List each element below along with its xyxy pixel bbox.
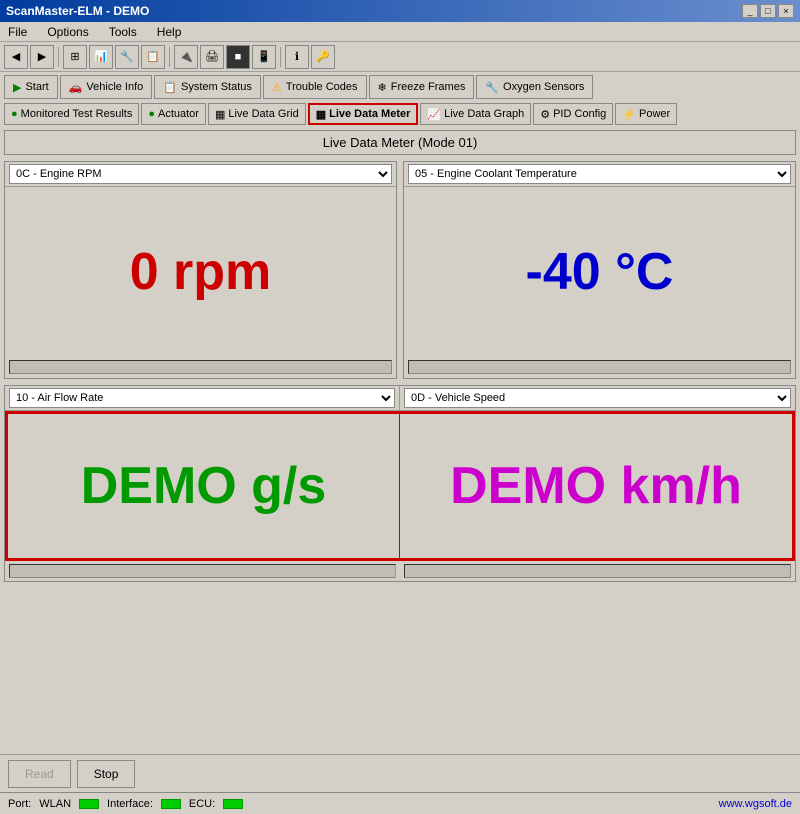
menu-options[interactable]: Options <box>43 25 92 39</box>
port-indicator <box>79 799 99 809</box>
nav-oxygen-sensors[interactable]: 🔧 Oxygen Sensors <box>476 75 593 99</box>
bottom-meters-header: 10 - Air Flow Rate 0D - Vehicle Speed <box>5 386 795 411</box>
app-window: ScanMaster-ELM - DEMO _ □ × File Options… <box>0 0 800 814</box>
demo-airflow-cell: DEMO g/s <box>8 414 400 558</box>
tab-pid-config[interactable]: ⚙ PID Config <box>533 103 613 125</box>
tab-live-data-meter[interactable]: ▦ Live Data Meter <box>308 103 419 125</box>
monitored-icon: ● <box>11 108 18 120</box>
meter-airflow-select[interactable]: 10 - Air Flow Rate <box>9 388 395 408</box>
toolbar-btn-4[interactable]: 📊 <box>89 45 113 69</box>
toolbar-btn-2[interactable]: ▶ <box>30 45 54 69</box>
pid-icon: ⚙ <box>540 108 550 121</box>
meter-icon: ▦ <box>316 108 326 121</box>
trouble-icon: ⚠ <box>272 81 282 94</box>
vehicle-icon: 🚗 <box>69 81 83 94</box>
menu-help[interactable]: Help <box>153 25 186 39</box>
meter-temp-dropdown: 05 - Engine Coolant Temperature <box>404 162 795 187</box>
meter-rpm-select[interactable]: 0C - Engine RPM <box>9 164 392 184</box>
minimize-button[interactable]: _ <box>742 4 758 18</box>
meter-speed-progress <box>404 564 791 578</box>
bottom-bar: Read Stop <box>0 754 800 792</box>
menu-tools[interactable]: Tools <box>105 25 141 39</box>
toolbar-btn-12[interactable]: 🔑 <box>311 45 335 69</box>
nav-freeze-frames[interactable]: ❄ Freeze Frames <box>369 75 475 99</box>
grid-icon: ▦ <box>215 108 225 121</box>
freeze-icon: ❄ <box>378 81 387 94</box>
meter-temp-value-area: -40 °C <box>404 187 795 357</box>
status-bar: Port: WLAN Interface: ECU: www.wgsoft.de <box>0 792 800 814</box>
toolbar: ◀ ▶ ⊞ 📊 🔧 📋 🔌 🖨 ■ 📱 ℹ 🔑 <box>0 42 800 72</box>
meter-temp-select[interactable]: 05 - Engine Coolant Temperature <box>408 164 791 184</box>
menu-bar: File Options Tools Help <box>0 22 800 42</box>
oxygen-icon: 🔧 <box>485 81 499 94</box>
ecu-indicator <box>223 799 243 809</box>
toolbar-btn-9[interactable]: ■ <box>226 45 250 69</box>
menu-file[interactable]: File <box>4 25 31 39</box>
meter-temp-value: -40 °C <box>526 242 674 302</box>
toolbar-btn-6[interactable]: 📋 <box>141 45 165 69</box>
maximize-button[interactable]: □ <box>760 4 776 18</box>
nav-row2: ● Monitored Test Results ● Actuator ▦ Li… <box>0 100 800 126</box>
graph-icon: 📈 <box>427 108 441 121</box>
title-bar: ScanMaster-ELM - DEMO _ □ × <box>0 0 800 22</box>
toolbar-sep-3 <box>280 47 281 67</box>
stop-button[interactable]: Stop <box>77 760 136 788</box>
window-controls: _ □ × <box>742 4 794 18</box>
ecu-label: ECU: <box>189 798 215 810</box>
top-meters: 0C - Engine RPM 0 rpm 05 - Engine Coolan… <box>4 161 796 379</box>
system-icon: 📋 <box>163 81 177 94</box>
meter-speed-dropdown: 0D - Vehicle Speed <box>400 386 795 411</box>
actuator-icon: ● <box>148 108 155 120</box>
section-header: Live Data Meter (Mode 01) <box>4 130 796 155</box>
tab-live-data-grid[interactable]: ▦ Live Data Grid <box>208 103 306 125</box>
toolbar-btn-3[interactable]: ⊞ <box>63 45 87 69</box>
main-content: Live Data Meter (Mode 01) 0C - Engine RP… <box>0 126 800 754</box>
demo-values-area: DEMO g/s DEMO km/h <box>5 411 795 561</box>
port-label: Port: <box>8 798 31 810</box>
toolbar-btn-1[interactable]: ◀ <box>4 45 28 69</box>
meter-rpm-value-area: 0 rpm <box>5 187 396 357</box>
tab-monitored-test-results[interactable]: ● Monitored Test Results <box>4 103 139 125</box>
meter-coolant-temp: 05 - Engine Coolant Temperature -40 °C <box>403 161 796 379</box>
bottom-meters: 10 - Air Flow Rate 0D - Vehicle Speed DE… <box>4 385 796 582</box>
toolbar-btn-5[interactable]: 🔧 <box>115 45 139 69</box>
demo-speed-value: DEMO km/h <box>450 456 742 516</box>
meter-rpm-value: 0 rpm <box>130 242 272 302</box>
interface-indicator <box>161 799 181 809</box>
toolbar-btn-7[interactable]: 🔌 <box>174 45 198 69</box>
meter-airflow-progress <box>9 564 396 578</box>
toolbar-btn-8[interactable]: 🖨 <box>200 45 224 69</box>
start-icon: ▶ <box>13 81 21 94</box>
nav-vehicle-info[interactable]: 🚗 Vehicle Info <box>60 75 153 99</box>
interface-label: Interface: <box>107 798 153 810</box>
tab-live-data-graph[interactable]: 📈 Live Data Graph <box>420 103 531 125</box>
meter-rpm-progress <box>9 360 392 374</box>
nav-trouble-codes[interactable]: ⚠ Trouble Codes <box>263 75 367 99</box>
bottom-progress-row <box>5 561 795 581</box>
demo-speed-cell: DEMO km/h <box>400 414 792 558</box>
window-title: ScanMaster-ELM - DEMO <box>6 4 149 18</box>
port-value: WLAN <box>39 798 71 810</box>
tab-actuator[interactable]: ● Actuator <box>141 103 206 125</box>
toolbar-btn-11[interactable]: ℹ <box>285 45 309 69</box>
toolbar-btn-10[interactable]: 📱 <box>252 45 276 69</box>
nav-system-status[interactable]: 📋 System Status <box>154 75 261 99</box>
close-button[interactable]: × <box>778 4 794 18</box>
nav-row1: ▶ Start 🚗 Vehicle Info 📋 System Status ⚠… <box>0 72 800 100</box>
tab-power[interactable]: ⚡ Power <box>615 103 677 125</box>
demo-airflow-value: DEMO g/s <box>81 456 327 516</box>
nav-start[interactable]: ▶ Start <box>4 75 58 99</box>
meter-speed-select[interactable]: 0D - Vehicle Speed <box>404 388 791 408</box>
meter-rpm-dropdown: 0C - Engine RPM <box>5 162 396 187</box>
read-button[interactable]: Read <box>8 760 71 788</box>
meter-temp-progress <box>408 360 791 374</box>
meter-engine-rpm: 0C - Engine RPM 0 rpm <box>4 161 397 379</box>
meter-airflow-dropdown: 10 - Air Flow Rate <box>5 386 400 411</box>
toolbar-sep-1 <box>58 47 59 67</box>
website-link[interactable]: www.wgsoft.de <box>719 798 792 810</box>
status-left: Port: WLAN Interface: ECU: <box>8 798 243 810</box>
power-icon: ⚡ <box>622 108 636 121</box>
toolbar-sep-2 <box>169 47 170 67</box>
